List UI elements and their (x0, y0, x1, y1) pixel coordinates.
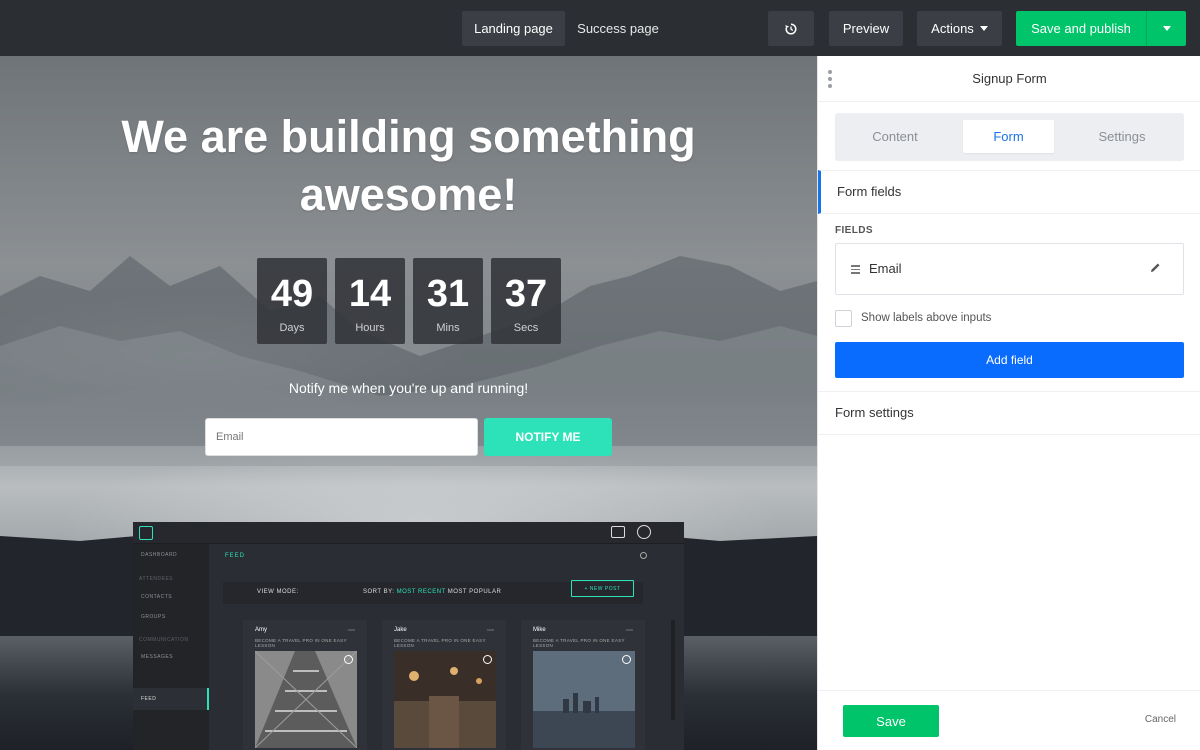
mockup-card: Jake now BECOME A TRAVEL PRO IN ONE EASY… (382, 620, 506, 750)
form-settings-section[interactable]: Form settings (818, 391, 1200, 435)
mockup-topbar (133, 522, 684, 544)
preview-button[interactable]: Preview (829, 11, 903, 46)
mockup-card: Mike now BECOME A TRAVEL PRO IN ONE EASY… (521, 620, 645, 750)
mockup-sidebar: DASHBOARD ATTENDEES CONTACTS GROUPS COMM… (133, 544, 209, 750)
show-labels-label[interactable]: Show labels above inputs (861, 312, 991, 324)
caret-down-icon (979, 26, 988, 31)
fields-heading: FIELDS (835, 225, 873, 236)
actions-label: Actions (931, 21, 974, 36)
logo-icon (139, 526, 153, 540)
panel-tabs: Content Form Settings (835, 113, 1184, 161)
chat-icon (611, 526, 625, 538)
save-button[interactable]: Save (843, 705, 939, 737)
mockup-nav-contacts: CONTACTS (141, 594, 173, 600)
mockup-main: FEED VIEW MODE: SORT BY: MOST RECENT MOS… (209, 544, 684, 750)
hero-title-line-2: awesome! (299, 169, 518, 220)
search-icon (640, 552, 647, 559)
mockup-card: Amy now BECOME A TRAVEL PRO IN ONE EASY … (243, 620, 367, 750)
countdown-hours: 14 Hours (335, 258, 405, 344)
avatar-icon (637, 525, 651, 539)
card-author: Mike (533, 627, 546, 633)
mockup-sort-recent: MOST RECENT (396, 589, 446, 595)
countdown-value: 49 (270, 273, 314, 315)
hero-title: We are building something awesome! (0, 108, 817, 224)
mockup-sort-label: SORT BY: (363, 589, 395, 595)
countdown-mins: 31 Mins (413, 258, 483, 344)
card-photo-street (394, 651, 496, 748)
mockup-scrollbar (671, 620, 675, 720)
cancel-button[interactable]: Cancel (1145, 714, 1176, 725)
mockup-sort-popular: MOST POPULAR (447, 589, 502, 595)
add-icon (483, 655, 492, 664)
mockup-nav-feed: FEED (141, 696, 157, 702)
card-title: BECOME A TRAVEL PRO IN ONE EASY LESSON (394, 638, 486, 648)
mockup-nav-dashboard: DASHBOARD (141, 552, 178, 558)
landing-page-canvas[interactable]: We are building something awesome! 49 Da… (0, 56, 817, 750)
panel-footer: Save Cancel (818, 690, 1200, 750)
form-fields-label: Form fields (837, 184, 902, 199)
editor-panel: Signup Form Content Form Settings Form f… (817, 56, 1200, 750)
card-photo-eiffel (255, 651, 357, 748)
countdown-unit: Mins (436, 322, 460, 334)
top-toolbar: Landing page Success page Preview Action… (0, 0, 1200, 56)
card-date: now (486, 627, 494, 632)
form-fields-section[interactable]: Form fields (818, 170, 1200, 214)
pencil-icon[interactable] (1150, 262, 1161, 273)
actions-dropdown[interactable]: Actions (917, 11, 1002, 46)
card-date: now (625, 627, 633, 632)
card-author: Jake (394, 627, 407, 633)
mockup-section-attendees: ATTENDEES (139, 576, 174, 582)
mockup-sort: SORT BY: MOST RECENT MOST POPULAR (363, 589, 501, 595)
mockup-new-post-button: + NEW POST (571, 580, 634, 597)
countdown-value: 31 (426, 273, 470, 315)
show-labels-checkbox[interactable] (835, 310, 852, 327)
mockup-nav-messages: MESSAGES (141, 654, 174, 660)
add-field-button[interactable]: Add field (835, 342, 1184, 378)
email-input[interactable] (205, 418, 478, 456)
mockup-nav-groups: GROUPS (141, 614, 166, 620)
card-title: BECOME A TRAVEL PRO IN ONE EASY LESSON (255, 638, 347, 648)
notify-text: Notify me when you're up and running! (288, 380, 529, 396)
countdown-secs: 37 Secs (491, 258, 561, 344)
countdown-value: 14 (348, 273, 392, 315)
drag-handle-icon[interactable] (851, 265, 860, 276)
countdown-unit: Days (279, 322, 305, 334)
card-title: BECOME A TRAVEL PRO IN ONE EASY LESSON (533, 638, 625, 648)
countdown-days: 49 Days (257, 258, 327, 344)
field-name: Email (869, 261, 902, 276)
countdown-unit: Secs (513, 322, 539, 334)
field-row-email[interactable]: Email (835, 243, 1184, 295)
countdown-unit: Hours (355, 322, 385, 334)
dashboard-mockup-image: DASHBOARD ATTENDEES CONTACTS GROUPS COMM… (133, 522, 684, 750)
card-author: Amy (255, 627, 267, 633)
panel-header: Signup Form (818, 56, 1200, 102)
tab-landing-page[interactable]: Landing page (462, 11, 565, 46)
history-icon (785, 22, 797, 35)
mockup-feed-title: FEED (225, 553, 246, 559)
publish-options-dropdown[interactable] (1146, 11, 1186, 46)
tab-settings[interactable]: Settings (1072, 120, 1172, 153)
tab-success-page[interactable]: Success page (573, 11, 663, 46)
history-button[interactable] (768, 11, 814, 46)
caret-down-icon (1162, 26, 1171, 31)
hero-title-line-1: We are building something (121, 111, 696, 162)
tab-form[interactable]: Form (963, 120, 1054, 153)
add-icon (344, 655, 353, 664)
tab-content[interactable]: Content (841, 120, 949, 153)
form-settings-label: Form settings (835, 405, 914, 420)
panel-title: Signup Form (972, 71, 1047, 86)
notify-me-button[interactable]: NOTIFY ME (484, 418, 612, 456)
mockup-section-communication: COMMUNICATION (139, 637, 189, 643)
countdown-value: 37 (504, 273, 548, 315)
save-and-publish-button[interactable]: Save and publish (1016, 11, 1146, 46)
mockup-view-mode: VIEW MODE: (257, 589, 299, 595)
card-photo-skyline (533, 651, 635, 748)
card-date: now (347, 627, 355, 632)
add-icon (622, 655, 631, 664)
